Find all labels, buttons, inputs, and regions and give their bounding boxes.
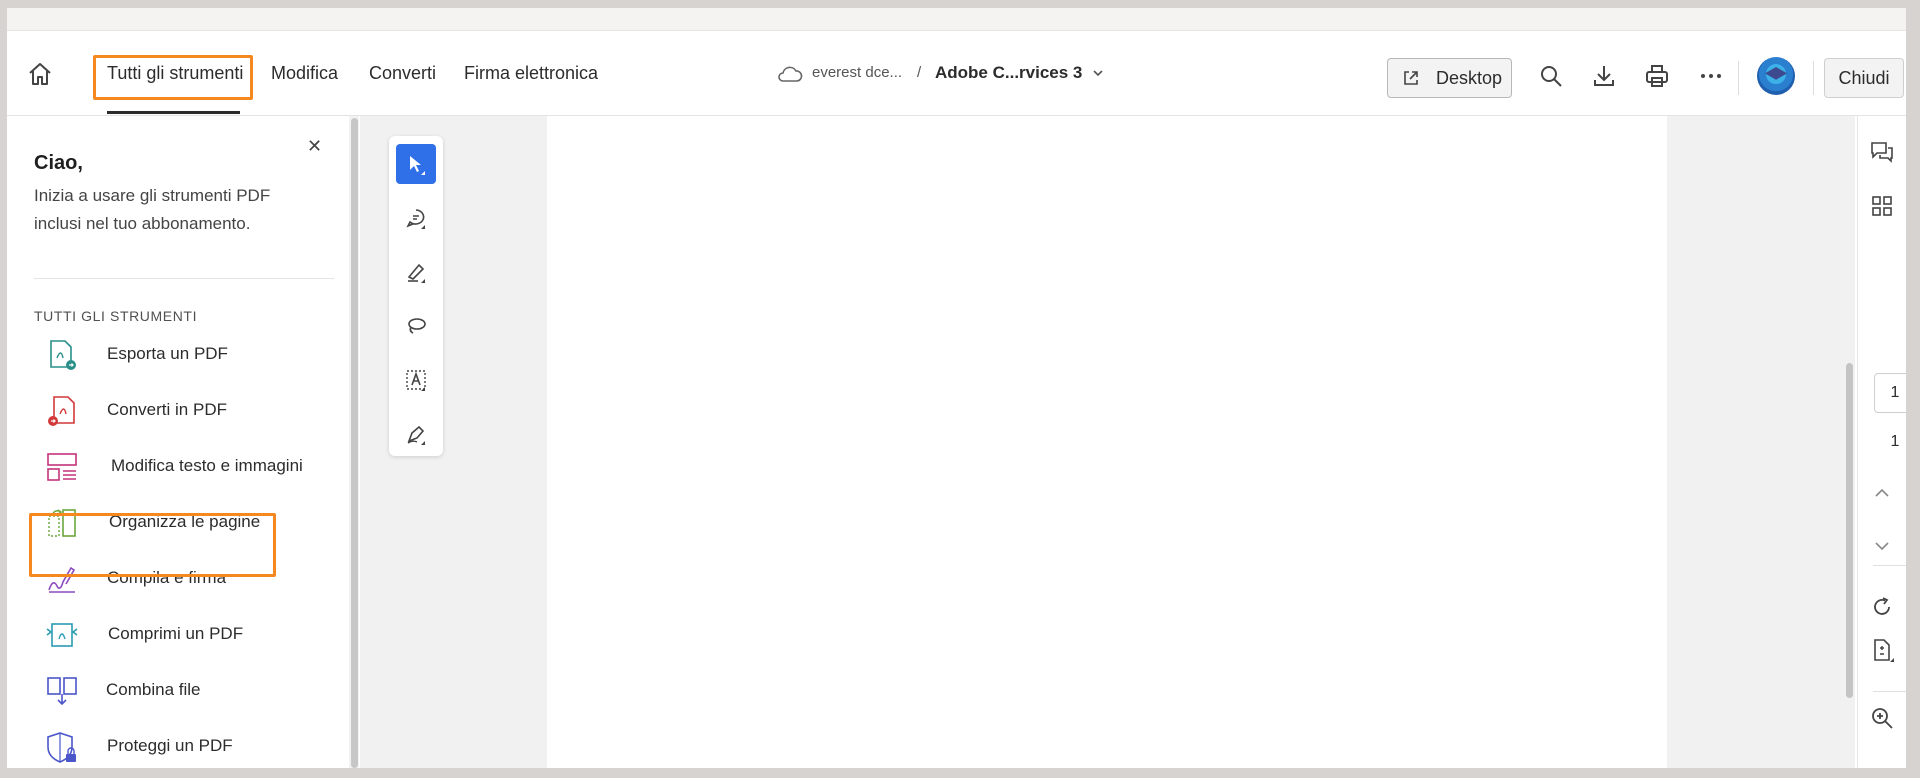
tool-export-pdf[interactable]: Esporta un PDF [37,330,337,380]
cloud-icon [778,66,803,82]
tool-combine-files[interactable]: Combina file [37,666,337,716]
tab-e-signature[interactable]: Firma elettronica [464,31,598,115]
tab-all-tools[interactable]: Tutti gli strumenti [107,31,243,115]
thumbnails-icon[interactable] [1870,194,1894,218]
home-icon[interactable] [27,61,53,87]
tool-label: Proteggi un PDF [107,736,233,755]
chevron-up-icon[interactable] [1870,481,1894,505]
panel-greeting: Ciao, [34,152,83,174]
desktop-label: Desktop [1436,68,1503,88]
tab-edit[interactable]: Modifica [271,31,338,115]
combine-files-icon [47,677,77,706]
toolbar-divider [1738,61,1739,95]
app-window: Tutti gli strumenti Modifica Converti Fi… [7,8,1906,768]
top-toolbar: Tutti gli strumenti Modifica Converti Fi… [7,31,1906,116]
comments-icon[interactable] [1870,140,1894,164]
tool-compress-pdf[interactable]: Comprimi un PDF [37,610,337,660]
more-options-icon[interactable] [1698,63,1724,89]
tool-convert-pdf[interactable]: Converti in PDF [37,386,337,436]
panel-divider [34,278,334,279]
tool-label: Esporta un PDF [107,344,228,363]
avatar[interactable] [1757,57,1795,95]
cursor-icon [410,156,425,175]
rail-divider [1873,565,1906,566]
breadcrumb-separator: / [917,64,922,81]
section-title: TUTTI GLI STRUMENTI [34,308,198,324]
compress-pdf-icon [46,623,78,647]
rotate-icon[interactable] [1870,595,1894,619]
highlight-tool[interactable] [396,252,436,292]
sign-tool[interactable] [396,414,436,454]
text-tool[interactable] [396,360,436,400]
panel-description: Inizia a usare gli strumenti PDF inclusi… [34,186,271,233]
tools-panel: ✕ Ciao, Inizia a usare gli strumenti PDF… [7,116,347,768]
search-icon[interactable] [1538,63,1564,89]
tool-protect-pdf[interactable]: Proteggi un PDF [37,722,337,768]
active-tab-underline [107,111,240,114]
tool-label: Combina file [106,680,201,699]
download-icon[interactable] [1591,63,1617,89]
total-pages: 1 [1890,433,1900,450]
print-icon[interactable] [1644,63,1670,89]
close-panel-icon[interactable]: ✕ [307,136,322,157]
edit-text-images-icon [47,453,77,481]
open-desktop-button[interactable]: Desktop [1387,58,1512,98]
document-title[interactable]: Adobe C...rvices 3 [935,31,1082,115]
draw-tool[interactable] [396,306,436,346]
tool-edit-text-images[interactable]: Modifica testo e immagini [37,442,337,492]
pen-sign-icon [407,425,425,445]
tab-convert[interactable]: Converti [369,31,436,115]
protect-pdf-icon [47,732,76,763]
close-button[interactable]: Chiudi [1824,58,1904,98]
toolbar-divider [1813,61,1814,95]
lasso-icon [408,318,426,334]
select-tool[interactable] [396,144,436,184]
breadcrumb-folder[interactable]: everest dce... [812,31,902,115]
page-number-input[interactable]: 1 [1874,373,1906,413]
rail-divider [1873,691,1906,692]
comment-icon [406,209,425,229]
comment-tool[interactable] [396,198,436,238]
chevron-down-icon[interactable] [1092,68,1104,78]
convert-pdf-icon [48,396,75,426]
panel-scrollbar-thumb[interactable] [351,118,358,768]
chevron-down-icon[interactable] [1870,534,1894,558]
quick-tools-bar [389,136,443,456]
page-tools-icon[interactable] [1870,638,1894,662]
tool-label: Modifica testo e immagini [111,456,303,475]
highlighter-icon [407,263,425,283]
browser-strip [7,8,1906,31]
text-box-icon [406,370,426,391]
tool-label: Comprimi un PDF [108,624,244,643]
pdf-page[interactable] [547,116,1667,768]
export-pdf-icon [50,340,76,370]
zoom-in-icon[interactable] [1870,706,1894,730]
open-external-icon [1404,71,1418,85]
tool-label: Converti in PDF [107,400,227,419]
organize-pages-highlight [29,513,276,577]
document-scrollbar-thumb[interactable] [1846,363,1853,698]
